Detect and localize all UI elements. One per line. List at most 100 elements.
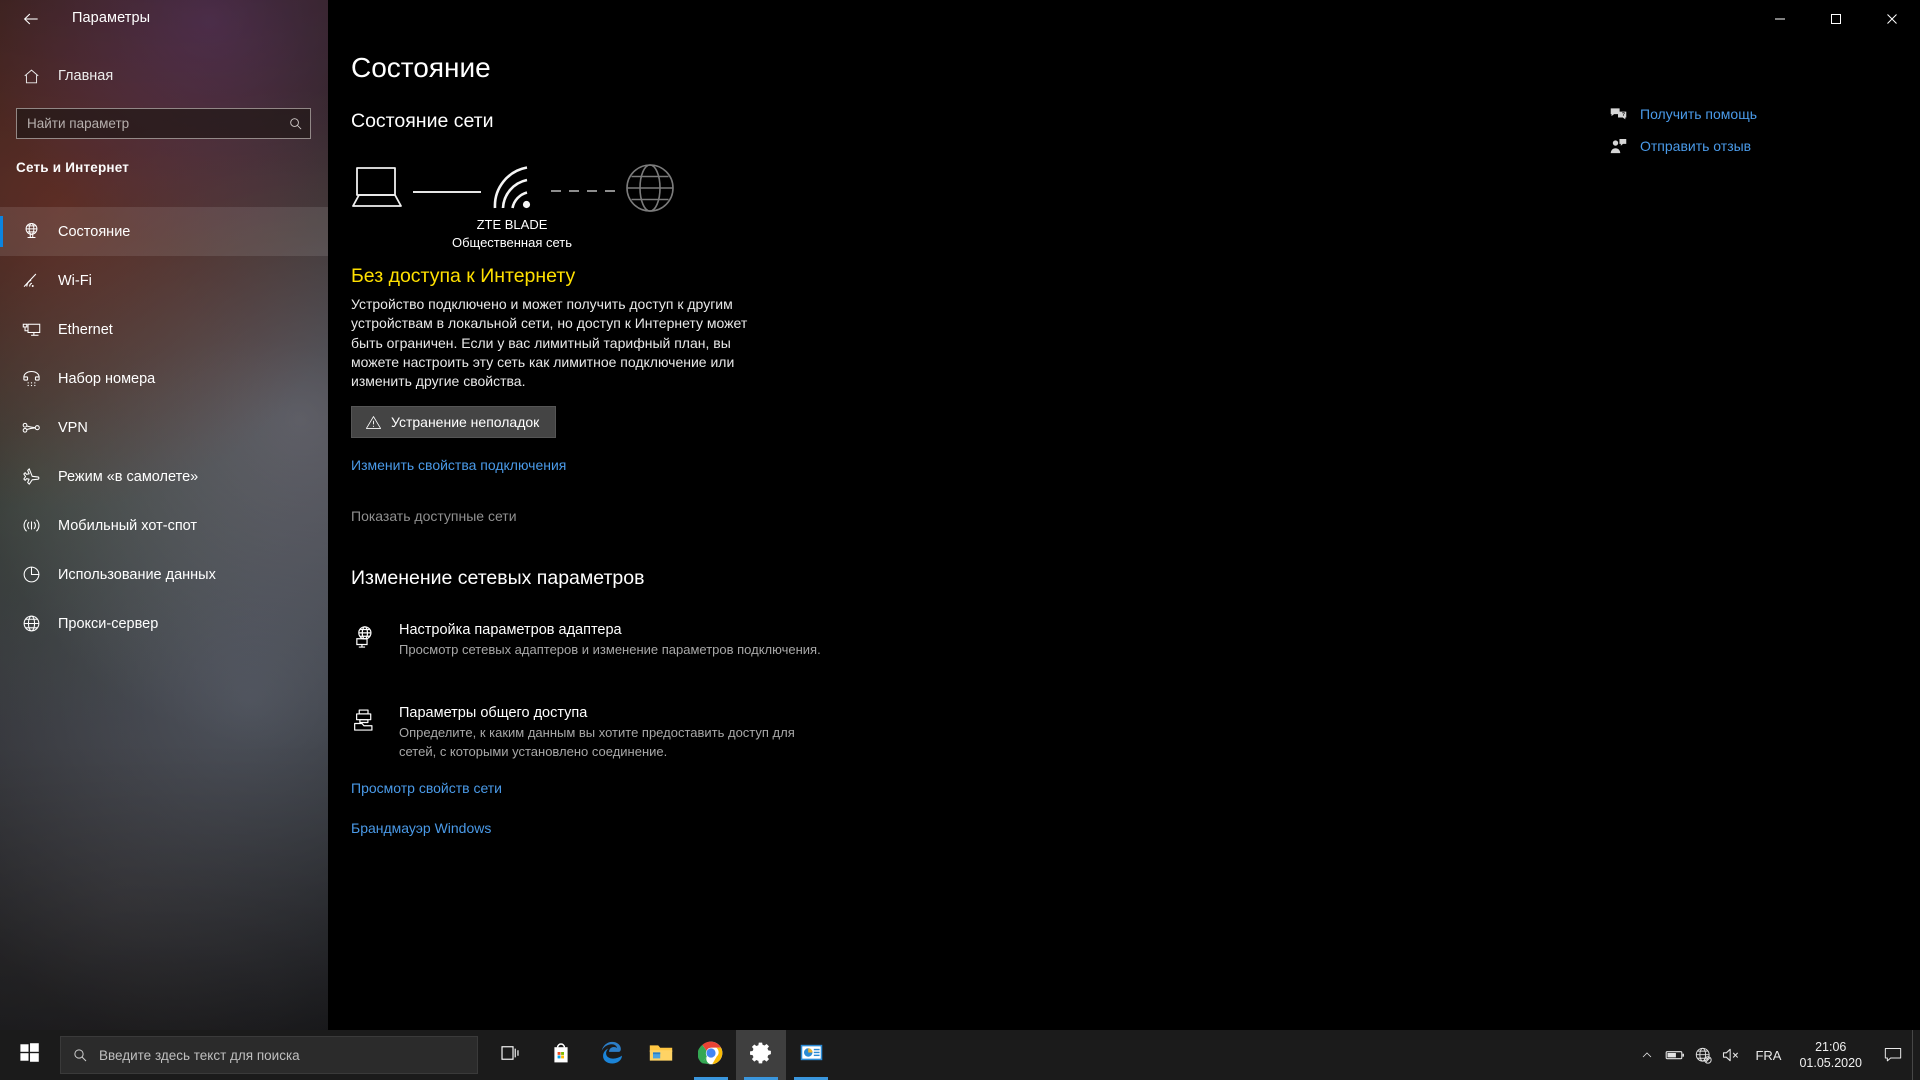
option-adapter-settings[interactable]: Настройка параметров адаптера Просмотр с… bbox=[351, 622, 821, 660]
help-chat-icon: ? bbox=[1602, 105, 1634, 124]
change-network-settings-heading: Изменение сетевых параметров bbox=[351, 567, 645, 589]
settings-search-box[interactable] bbox=[16, 108, 311, 139]
sidebar-item-dialup[interactable]: Набор номера bbox=[0, 354, 328, 403]
taskbar-microsoft-edge-button[interactable] bbox=[586, 1030, 636, 1080]
window-title: Параметры bbox=[72, 10, 151, 26]
option-title: Параметры общего доступа bbox=[399, 705, 588, 721]
dialup-icon bbox=[14, 368, 48, 389]
sidebar: Главная Сеть и Интернет Сост bbox=[0, 0, 328, 1030]
view-network-properties-link[interactable]: Просмотр свойств сети bbox=[351, 780, 502, 796]
taskbar-file-explorer-button[interactable] bbox=[636, 1030, 686, 1080]
gear-icon bbox=[749, 1040, 774, 1070]
sidebar-home-label: Главная bbox=[58, 68, 114, 84]
action-center-button[interactable] bbox=[1874, 1030, 1912, 1080]
show-desktop-button[interactable] bbox=[1912, 1030, 1920, 1080]
battery-icon[interactable] bbox=[1661, 1030, 1689, 1080]
ethernet-icon bbox=[14, 319, 48, 340]
status-title: Без доступа к Интернету bbox=[351, 265, 576, 287]
taskbar-google-chrome-button[interactable] bbox=[686, 1030, 736, 1080]
change-connection-properties-link[interactable]: Изменить свойства подключения bbox=[351, 457, 566, 473]
sidebar-item-vpn[interactable]: VPN bbox=[0, 403, 328, 452]
network-name: ZTE BLADE bbox=[476, 217, 548, 232]
sidebar-item-proxy[interactable]: Прокси-сервер bbox=[0, 599, 328, 648]
svg-text:?: ? bbox=[1621, 112, 1624, 118]
sidebar-item-label: Режим «в самолете» bbox=[58, 468, 199, 485]
clock-time: 21:06 bbox=[1815, 1040, 1847, 1054]
sidebar-item-label: Набор номера bbox=[58, 370, 156, 387]
volume-muted-icon[interactable] bbox=[1717, 1030, 1745, 1080]
troubleshoot-button[interactable]: Устранение неполадок bbox=[351, 406, 557, 438]
warning-triangle-icon bbox=[365, 414, 382, 431]
send-feedback-link[interactable]: Отправить отзыв bbox=[1602, 130, 1802, 162]
sidebar-item-hotspot[interactable]: Мобильный хот-спот bbox=[0, 501, 328, 550]
tray-overflow-button[interactable] bbox=[1633, 1030, 1661, 1080]
vpn-icon bbox=[14, 417, 48, 438]
taskbar-app-buttons bbox=[486, 1030, 836, 1080]
airplane-icon bbox=[14, 466, 48, 487]
search-icon bbox=[280, 116, 310, 131]
network-diagram: ZTE BLADE Общественная сеть bbox=[351, 155, 674, 250]
option-sharing-settings[interactable]: Параметры общего доступа Определите, к к… bbox=[351, 705, 821, 761]
help-links-panel: ? Получить помощь Отправить отзыв bbox=[1602, 98, 1802, 162]
start-button[interactable] bbox=[0, 1030, 58, 1080]
network-status-heading: Состояние сети bbox=[351, 110, 494, 132]
taskbar-powerpoint-button[interactable] bbox=[786, 1030, 836, 1080]
search-input[interactable] bbox=[17, 109, 280, 138]
sidebar-item-wifi[interactable]: Wi-Fi bbox=[0, 256, 328, 305]
adapter-icon bbox=[351, 622, 399, 660]
globe-icon bbox=[625, 163, 675, 218]
main-content: Состояние Состояние сети ZTE BLADE Общес… bbox=[328, 0, 1920, 1030]
status-description: Устройство подключено и может получить д… bbox=[351, 296, 748, 390]
close-button[interactable] bbox=[1864, 0, 1920, 38]
show-available-networks-text: Показать доступные сети bbox=[351, 508, 517, 524]
system-tray: FRA 21:06 01.05.2020 bbox=[1633, 1030, 1920, 1080]
taskbar-task-view-button[interactable] bbox=[486, 1030, 536, 1080]
sidebar-item-data-usage[interactable]: Использование данных bbox=[0, 550, 328, 599]
feedback-icon bbox=[1602, 137, 1634, 156]
sidebar-item-home[interactable]: Главная bbox=[0, 58, 328, 94]
get-help-label: Получить помощь bbox=[1640, 106, 1758, 122]
wifi-icon bbox=[14, 270, 48, 291]
taskbar-search-input[interactable] bbox=[99, 1037, 477, 1073]
sidebar-nav-list: Состояние Wi-Fi Ethernet Набор номера VP… bbox=[0, 207, 328, 648]
sidebar-item-status[interactable]: Состояние bbox=[0, 207, 328, 256]
sidebar-item-airplane[interactable]: Режим «в самолете» bbox=[0, 452, 328, 501]
sharing-icon bbox=[351, 705, 399, 761]
option-title: Настройка параметров адаптера bbox=[399, 622, 622, 638]
windows-firewall-link[interactable]: Брандмауэр Windows bbox=[351, 820, 491, 836]
maximize-button[interactable] bbox=[1808, 0, 1864, 38]
proxy-icon bbox=[14, 613, 48, 634]
taskbar: FRA 21:06 01.05.2020 bbox=[0, 1030, 1920, 1080]
sidebar-item-ethernet[interactable]: Ethernet bbox=[0, 305, 328, 354]
window-caption-buttons bbox=[1752, 0, 1920, 38]
chrome-icon bbox=[697, 1040, 724, 1071]
language-indicator[interactable]: FRA bbox=[1745, 1030, 1791, 1080]
option-description: Определите, к каким данным вы хотите пре… bbox=[399, 725, 795, 759]
sidebar-category-title: Сеть и Интернет bbox=[16, 160, 130, 175]
presentation-icon bbox=[799, 1040, 824, 1070]
taskbar-search-box[interactable] bbox=[60, 1036, 478, 1074]
windows-start-icon bbox=[19, 1042, 40, 1068]
taskbar-microsoft-store-button[interactable] bbox=[536, 1030, 586, 1080]
clock-date: 01.05.2020 bbox=[1799, 1056, 1862, 1070]
settings-window: Главная Сеть и Интернет Сост bbox=[0, 0, 1920, 1080]
sidebar-item-label: Ethernet bbox=[58, 321, 113, 338]
sidebar-item-label: Прокси-сервер bbox=[58, 615, 159, 632]
search-icon bbox=[61, 1047, 99, 1063]
get-help-link[interactable]: ? Получить помощь bbox=[1602, 98, 1802, 130]
laptop-icon bbox=[351, 165, 403, 216]
hotspot-icon bbox=[14, 515, 48, 536]
taskbar-settings-button[interactable] bbox=[736, 1030, 786, 1080]
globe-no-internet-icon[interactable] bbox=[1689, 1030, 1717, 1080]
task-view-icon bbox=[500, 1042, 522, 1069]
sidebar-item-label: Использование данных bbox=[58, 566, 216, 583]
connection-line-dashed bbox=[551, 190, 619, 192]
option-body: Настройка параметров адаптера Просмотр с… bbox=[399, 622, 821, 660]
back-button[interactable] bbox=[8, 0, 54, 38]
taskbar-clock[interactable]: 21:06 01.05.2020 bbox=[1791, 1030, 1874, 1080]
store-icon bbox=[549, 1041, 573, 1070]
minimize-button[interactable] bbox=[1752, 0, 1808, 38]
network-type: Общественная сеть bbox=[451, 235, 573, 250]
send-feedback-label: Отправить отзыв bbox=[1640, 138, 1752, 154]
sidebar-item-label: Состояние bbox=[58, 223, 131, 240]
